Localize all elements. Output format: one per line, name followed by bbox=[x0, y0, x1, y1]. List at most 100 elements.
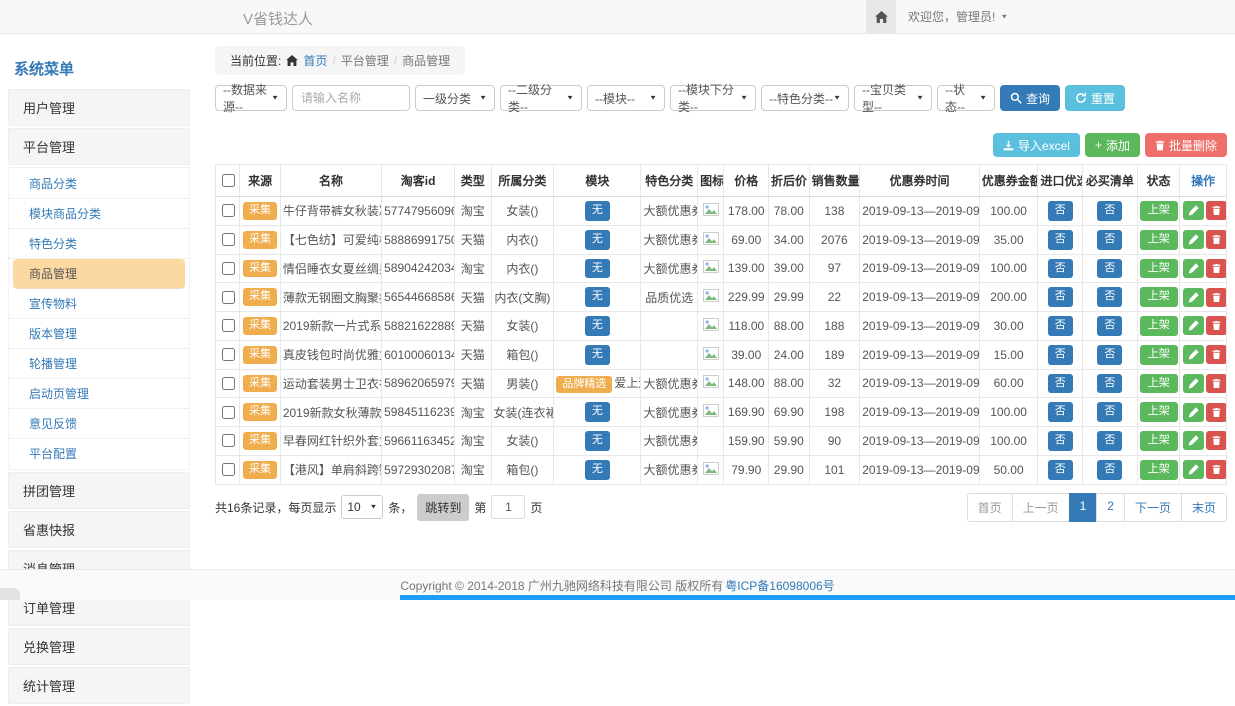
delete-button[interactable] bbox=[1206, 460, 1226, 479]
row-checkbox[interactable] bbox=[222, 463, 235, 476]
sidebar-item[interactable]: 用户管理 bbox=[8, 89, 190, 126]
icp-link[interactable]: 粤ICP备16098006号 bbox=[725, 577, 834, 594]
edit-button[interactable] bbox=[1183, 288, 1204, 307]
sidebar-subitem[interactable]: 模块商品分类 bbox=[9, 199, 189, 229]
type-cell: 天猫 bbox=[455, 283, 491, 312]
module-cell: 无 bbox=[554, 283, 641, 312]
delete-button[interactable] bbox=[1206, 230, 1226, 249]
add-button[interactable]: + 添加 bbox=[1085, 133, 1140, 157]
module-sub-category-select[interactable]: --模块下分类--▼ bbox=[670, 85, 756, 111]
search-button[interactable]: 查询 bbox=[1000, 85, 1060, 111]
page-size-select[interactable]: 10 ▼ bbox=[341, 495, 383, 519]
pagination-button[interactable]: 2 bbox=[1096, 493, 1125, 522]
must-buy-cell: 否 bbox=[1083, 369, 1138, 398]
source-cell: 采集 bbox=[240, 283, 281, 312]
row-checkbox[interactable] bbox=[222, 377, 235, 390]
item-type-select[interactable]: --宝贝类型--▼ bbox=[854, 85, 932, 111]
edit-button[interactable] bbox=[1183, 316, 1204, 335]
level2-category-select[interactable]: --二级分类--▼ bbox=[500, 85, 582, 111]
coupon-time-cell: 2019-09-13—2019-09-19 bbox=[860, 312, 980, 341]
sidebar-item[interactable]: 兑换管理 bbox=[8, 628, 190, 665]
reset-button[interactable]: 重置 bbox=[1065, 85, 1125, 111]
data-source-select[interactable]: --数据来源--▼ bbox=[215, 85, 287, 111]
row-checkbox[interactable] bbox=[222, 262, 235, 275]
jump-button[interactable]: 跳转到 bbox=[417, 494, 469, 521]
user-menu[interactable]: 欢迎您，管理员! ▼ bbox=[896, 0, 1020, 33]
delete-button[interactable] bbox=[1206, 403, 1226, 422]
taoke-id-cell: 601000601341 bbox=[382, 340, 455, 369]
pagination-button[interactable]: 首页 bbox=[967, 493, 1013, 522]
sidebar-subitem[interactable]: 商品分类 bbox=[9, 169, 189, 199]
edit-button[interactable] bbox=[1183, 431, 1204, 450]
row-checkbox[interactable] bbox=[222, 406, 235, 419]
feature-cell: 大额优惠券 bbox=[641, 398, 698, 427]
sidebar-subitem[interactable]: 特色分类 bbox=[9, 229, 189, 259]
product-image-icon bbox=[703, 203, 719, 216]
sidebar-item[interactable]: 拼团管理 bbox=[8, 472, 190, 509]
module-cell: 无 bbox=[554, 427, 641, 456]
actions-cell bbox=[1180, 455, 1227, 484]
row-checkbox[interactable] bbox=[222, 291, 235, 304]
batch-delete-button[interactable]: 批量删除 bbox=[1145, 133, 1227, 157]
edit-button[interactable] bbox=[1183, 230, 1204, 249]
pagination-button[interactable]: 下一页 bbox=[1124, 493, 1182, 522]
sidebar-subitem[interactable]: 启动页管理 bbox=[9, 379, 189, 409]
icon-cell bbox=[698, 340, 724, 369]
import-excel-button[interactable]: 导入excel bbox=[993, 133, 1080, 157]
status-select[interactable]: --状态--▼ bbox=[937, 85, 995, 111]
sidebar-subitem[interactable]: 意见反馈 bbox=[9, 409, 189, 439]
checkbox-cell bbox=[216, 340, 240, 369]
edit-button[interactable] bbox=[1183, 201, 1204, 220]
icon-cell bbox=[698, 455, 724, 484]
discount-price-cell: 59.90 bbox=[769, 427, 810, 456]
pagination-button[interactable]: 上一页 bbox=[1012, 493, 1070, 522]
edit-button[interactable] bbox=[1183, 345, 1204, 364]
home-button[interactable] bbox=[866, 0, 896, 33]
main-content: 当前位置: 首页 / 平台管理 / 商品管理 --数据来源--▼一级分类▼--二… bbox=[215, 46, 1227, 522]
sidebar-subitem[interactable]: 轮播管理 bbox=[9, 349, 189, 379]
delete-button[interactable] bbox=[1206, 201, 1226, 220]
feature-category-select[interactable]: --特色分类--▼ bbox=[761, 85, 849, 111]
source-cell: 采集 bbox=[240, 254, 281, 283]
sidebar-subitem[interactable]: 商品管理 bbox=[13, 259, 185, 289]
row-checkbox[interactable] bbox=[222, 204, 235, 217]
sidebar-item[interactable]: 省惠快报 bbox=[8, 511, 190, 548]
delete-button[interactable] bbox=[1206, 345, 1226, 364]
row-checkbox[interactable] bbox=[222, 348, 235, 361]
trash-icon bbox=[1155, 140, 1165, 151]
delete-button[interactable] bbox=[1206, 288, 1226, 307]
delete-button[interactable] bbox=[1206, 259, 1226, 278]
status-badge: 上架 bbox=[1140, 402, 1178, 422]
delete-button[interactable] bbox=[1206, 374, 1226, 393]
select-all-checkbox[interactable] bbox=[222, 174, 235, 187]
sidebar-item[interactable]: 平台管理 bbox=[8, 128, 190, 165]
row-checkbox[interactable] bbox=[222, 434, 235, 447]
sidebar-subitem[interactable]: 版本管理 bbox=[9, 319, 189, 349]
breadcrumb-home-link[interactable]: 首页 bbox=[303, 52, 327, 69]
jump-page-input[interactable] bbox=[491, 495, 525, 519]
feature-cell bbox=[641, 312, 698, 341]
level1-category-select[interactable]: 一级分类▼ bbox=[415, 85, 495, 111]
edit-button[interactable] bbox=[1183, 460, 1204, 479]
feature-cell: 大额优惠券 bbox=[641, 455, 698, 484]
pagination-button[interactable]: 末页 bbox=[1181, 493, 1227, 522]
sidebar-item[interactable]: 统计管理 bbox=[8, 667, 190, 704]
pagination-button[interactable]: 1 bbox=[1069, 493, 1098, 522]
edit-button[interactable] bbox=[1183, 403, 1204, 422]
edit-button[interactable] bbox=[1183, 259, 1204, 278]
sidebar-subitem[interactable]: 平台配置 bbox=[9, 439, 189, 468]
sidebar-subitem[interactable]: 宣传物料 bbox=[9, 289, 189, 319]
row-checkbox[interactable] bbox=[222, 319, 235, 332]
delete-button[interactable] bbox=[1206, 431, 1226, 450]
name-input[interactable] bbox=[292, 85, 410, 111]
must-buy-badge: 否 bbox=[1097, 431, 1122, 451]
breadcrumb-item: 商品管理 bbox=[402, 52, 450, 69]
select-value: --二级分类-- bbox=[508, 81, 566, 115]
discount-price-cell: 88.00 bbox=[769, 312, 810, 341]
status-cell: 上架 bbox=[1137, 340, 1180, 369]
module-select[interactable]: --模块--▼ bbox=[587, 85, 665, 111]
row-checkbox[interactable] bbox=[222, 233, 235, 246]
edit-button[interactable] bbox=[1183, 374, 1204, 393]
delete-button[interactable] bbox=[1206, 316, 1226, 335]
must-buy-badge: 否 bbox=[1097, 460, 1122, 480]
